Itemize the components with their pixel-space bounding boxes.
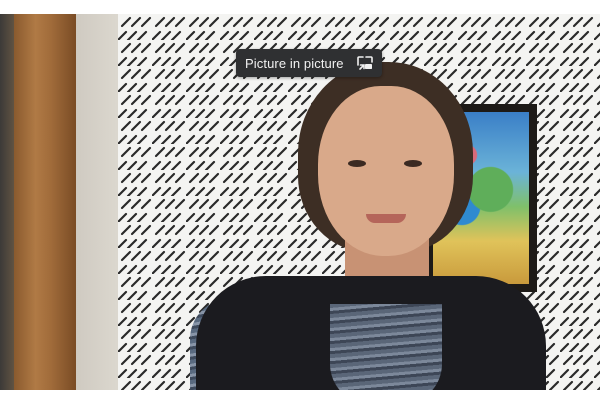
pip-label: Picture in picture	[245, 55, 344, 71]
shirt	[330, 304, 442, 390]
right-eye	[404, 160, 422, 167]
picture-in-picture-button[interactable]: Picture in picture	[236, 49, 382, 77]
left-eye	[348, 160, 366, 167]
mouth	[366, 214, 406, 223]
face	[318, 86, 454, 256]
picture-in-picture-icon	[356, 54, 374, 72]
video-player[interactable]: Picture in picture	[0, 14, 600, 390]
